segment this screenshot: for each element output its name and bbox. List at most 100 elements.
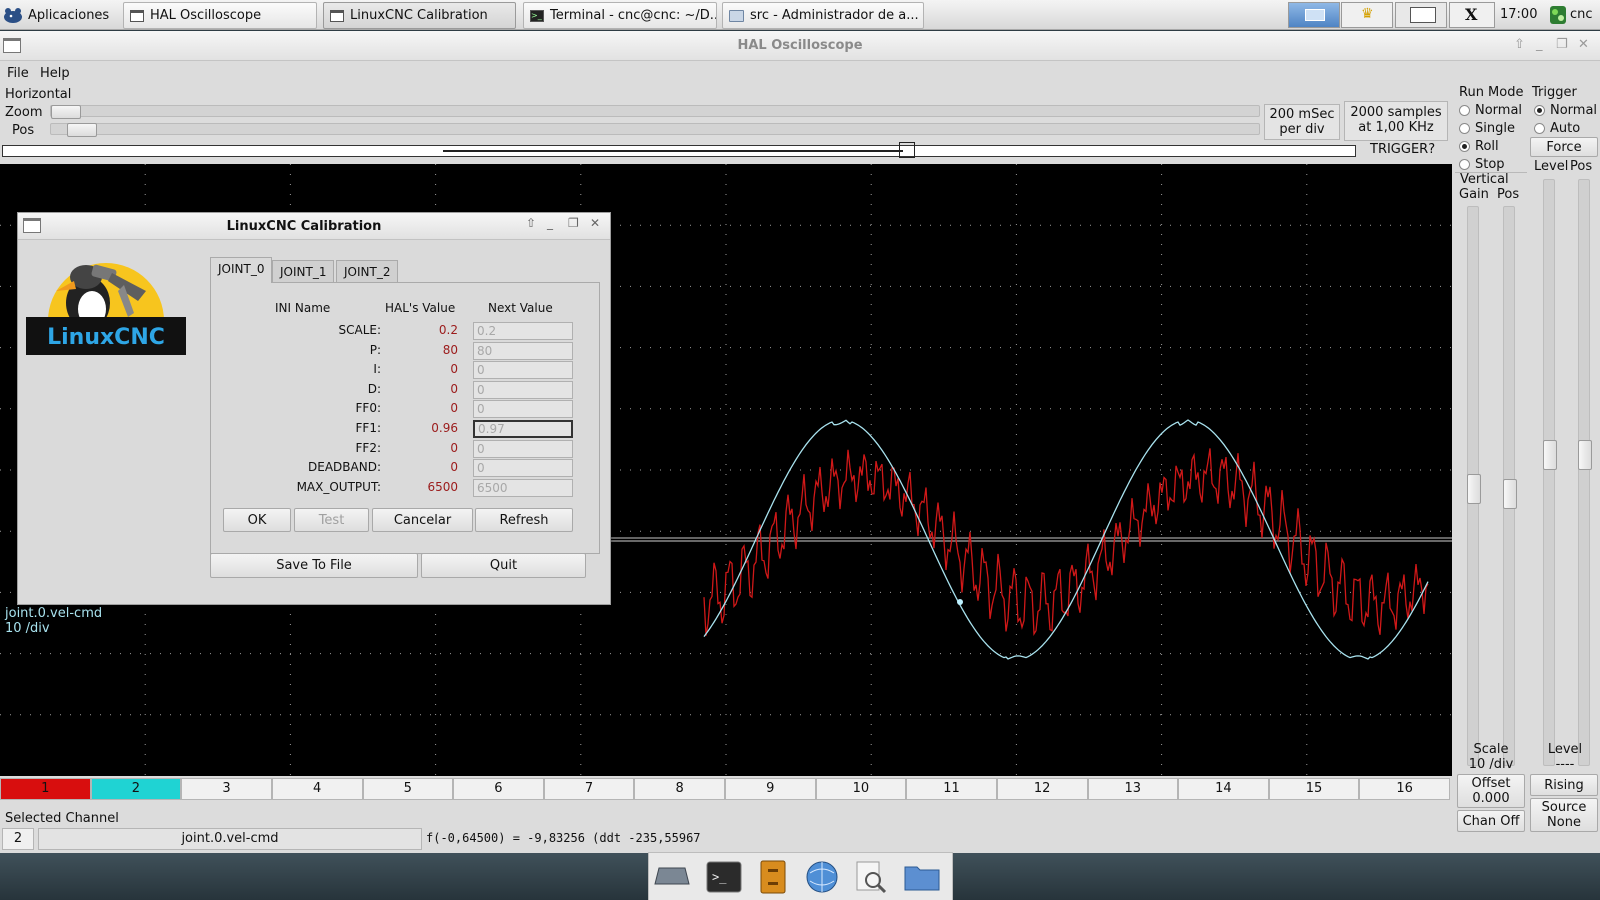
channel-button-2[interactable]: 2 [90,778,182,800]
calibration-titlebar[interactable]: LinuxCNC Calibration ⇧ _ ❐ ✕ [18,213,610,240]
vertical-pos-slider[interactable] [1503,206,1517,766]
task-hal-oscilloscope[interactable]: HAL Oscilloscope [123,2,317,29]
folder-launcher[interactable] [903,859,941,895]
quit-button[interactable]: Quit [421,553,586,578]
channel-button-9[interactable]: 9 [725,778,816,800]
zoom-slider[interactable] [50,105,1260,119]
clock[interactable]: 17:00 [1500,0,1537,30]
applications-menu[interactable]: Aplicaciones [2,3,115,27]
trigger-level-slider-thumb[interactable] [1543,440,1557,470]
selected-channel-name-button[interactable]: joint.0.vel-cmd [38,828,422,850]
run-mode-normal[interactable]: Normal [1459,103,1522,118]
trigger-pos-slider[interactable] [1578,179,1592,766]
channel-button-5[interactable]: 5 [362,778,454,800]
task-file-manager[interactable]: src - Administrador de a... [722,2,924,29]
param-next-value-input[interactable]: 0 [473,380,573,399]
run-mode-stop[interactable]: Stop [1459,157,1505,172]
timebase-line2: per div [1279,122,1325,137]
task-terminal[interactable]: >_ Terminal - cnc@cnc: ~/D... [523,2,717,29]
maximize-icon[interactable]: ❐ [568,216,579,230]
trigger-level-slider[interactable] [1543,179,1557,766]
channel-info-scale: 10 /div [5,621,50,636]
pos-slider-thumb[interactable] [67,123,97,137]
channel-button-16[interactable]: 16 [1359,778,1450,800]
tab-joint-1[interactable]: JOINT_1 [272,260,335,282]
channel-button-13[interactable]: 13 [1087,778,1179,800]
sample-rate-button[interactable]: 2000 samples at 1,00 KHz [1344,101,1448,141]
trigger-mode-auto[interactable]: Auto [1534,121,1580,136]
trigger-mode-normal[interactable]: Normal [1534,103,1597,118]
show-desktop-launcher[interactable] [653,859,691,895]
task-linuxcnc-calibration[interactable]: LinuxCNC Calibration [323,2,516,29]
param-next-value-input[interactable]: 0.2 [473,322,573,340]
zoom-slider-thumb[interactable] [51,105,81,119]
cursor-marker [957,599,963,605]
run-mode-single[interactable]: Single [1459,121,1515,136]
tab-joint-2[interactable]: JOINT_2 [336,260,399,282]
param-next-value-input[interactable]: 80 [473,341,573,360]
channel-button-10[interactable]: 10 [815,778,907,800]
save-to-file-button[interactable]: Save To File [210,553,418,578]
offset-button[interactable]: Offset 0.000 [1457,774,1525,808]
force-trigger-button[interactable]: Force [1530,137,1598,157]
globe-icon [806,861,838,893]
cancel-button[interactable]: Cancelar [372,508,473,532]
channel-button-12[interactable]: 12 [996,778,1088,800]
minimize-icon[interactable]: _ [547,216,553,230]
channel-button-7[interactable]: 7 [543,778,635,800]
minimize-icon[interactable]: _ [1536,37,1543,52]
notification-icon-button[interactable]: ♛ [1341,2,1393,28]
channel-button-14[interactable]: 14 [1178,778,1269,800]
channel-button-3[interactable]: 3 [181,778,272,800]
menu-help[interactable]: Help [40,66,70,81]
channel-button-15[interactable]: 15 [1268,778,1360,800]
record-overview-bar[interactable] [2,142,1356,158]
ok-button[interactable]: OK [223,508,291,532]
maximize-icon[interactable]: ❐ [1556,37,1568,52]
trigger-source-button[interactable]: Source None [1530,798,1598,832]
vertical-pos-slider-thumb[interactable] [1503,479,1517,509]
channel-button-8[interactable]: 8 [634,778,725,800]
gain-slider[interactable] [1467,206,1481,766]
channel-button-11[interactable]: 11 [906,778,997,800]
web-browser-launcher[interactable] [803,859,841,895]
x-server-button[interactable]: X [1449,2,1495,28]
tab-joint-0[interactable]: JOINT_0 [210,257,273,283]
workspace-switcher[interactable] [1288,2,1340,28]
applications-label: Aplicaciones [28,7,110,23]
param-next-value-input[interactable]: 0 [473,361,573,380]
file-manager-launcher[interactable] [754,859,792,895]
close-icon[interactable]: ✕ [590,216,600,230]
channel-button-1[interactable]: 1 [0,778,91,800]
param-next-value-input[interactable]: 0 [473,400,573,419]
close-icon[interactable]: ✕ [1578,37,1589,52]
run-mode-title: Run Mode [1459,85,1524,100]
tray-window-button[interactable] [1395,2,1447,28]
terminal-launcher[interactable]: >_ [705,859,743,895]
channel-button-4[interactable]: 4 [271,778,363,800]
trigger-edge-button[interactable]: Rising [1530,774,1598,796]
user-menu[interactable]: cnc [1570,0,1593,30]
param-next-value-input[interactable]: 0.97 [473,420,573,438]
param-next-value-input[interactable]: 0 [473,459,573,478]
window-titlebar[interactable]: HAL Oscilloscope ⇧ _ ❐ ✕ [0,31,1600,61]
run-mode-roll[interactable]: Roll [1459,139,1499,154]
chan-off-button[interactable]: Chan Off [1457,810,1525,832]
menu-file[interactable]: File [7,66,29,81]
zoom-label: Zoom [5,105,43,120]
test-button[interactable]: Test [294,508,369,532]
vertical-title: Vertical [1460,172,1509,187]
param-next-value-input[interactable]: 0 [473,439,573,458]
trigger-pos-slider-thumb[interactable] [1578,440,1592,470]
refresh-button[interactable]: Refresh [475,508,573,532]
shade-icon[interactable]: ⇧ [526,216,536,230]
gain-slider-thumb[interactable] [1467,474,1481,504]
pos-slider[interactable] [50,123,1260,137]
folder-icon [729,9,744,22]
network-icon[interactable] [1548,3,1568,27]
channel-button-6[interactable]: 6 [453,778,544,800]
param-hal-value: 0 [450,460,458,475]
search-launcher[interactable] [852,859,890,895]
shade-icon[interactable]: ⇧ [1514,37,1525,52]
param-next-value-input[interactable]: 6500 [473,478,573,497]
